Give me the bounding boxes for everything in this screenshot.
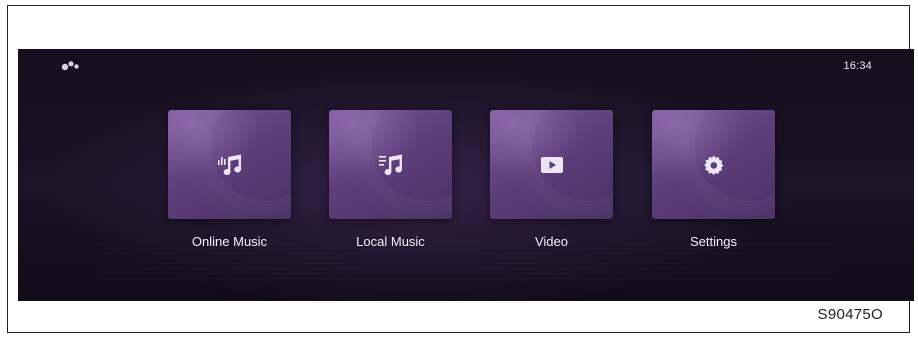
figure-code: S90475O (817, 306, 883, 323)
tile-settings-label: Settings (690, 234, 737, 249)
status-clock: 16:34 (843, 60, 872, 72)
tile-local-music-label: Local Music (356, 234, 425, 249)
online-music-icon (217, 154, 241, 175)
tile-settings[interactable]: Settings (652, 110, 775, 249)
tile-online-music-label: Online Music (191, 234, 268, 249)
figure-frame: 16:34 Online Music Local Music Video Set… (7, 5, 914, 333)
tile-local-music[interactable]: Local Music (329, 110, 452, 249)
video-play-icon (540, 156, 563, 173)
app-launcher: Online Music Local Music Video Settings (18, 110, 914, 260)
local-music-icon (378, 154, 402, 175)
tile-online-music-card[interactable] (168, 110, 291, 219)
tile-video-card[interactable] (490, 110, 613, 219)
infotainment-home-screen: 16:34 Online Music Local Music Video Set… (18, 49, 914, 301)
gear-icon (703, 155, 724, 175)
tile-video-label: Video (534, 234, 568, 249)
brand-logo-icon (61, 61, 79, 71)
tile-local-music-card[interactable] (329, 110, 452, 219)
tile-settings-card[interactable] (652, 110, 775, 219)
tile-video[interactable]: Video (490, 110, 613, 249)
tile-online-music[interactable]: Online Music (168, 110, 291, 249)
